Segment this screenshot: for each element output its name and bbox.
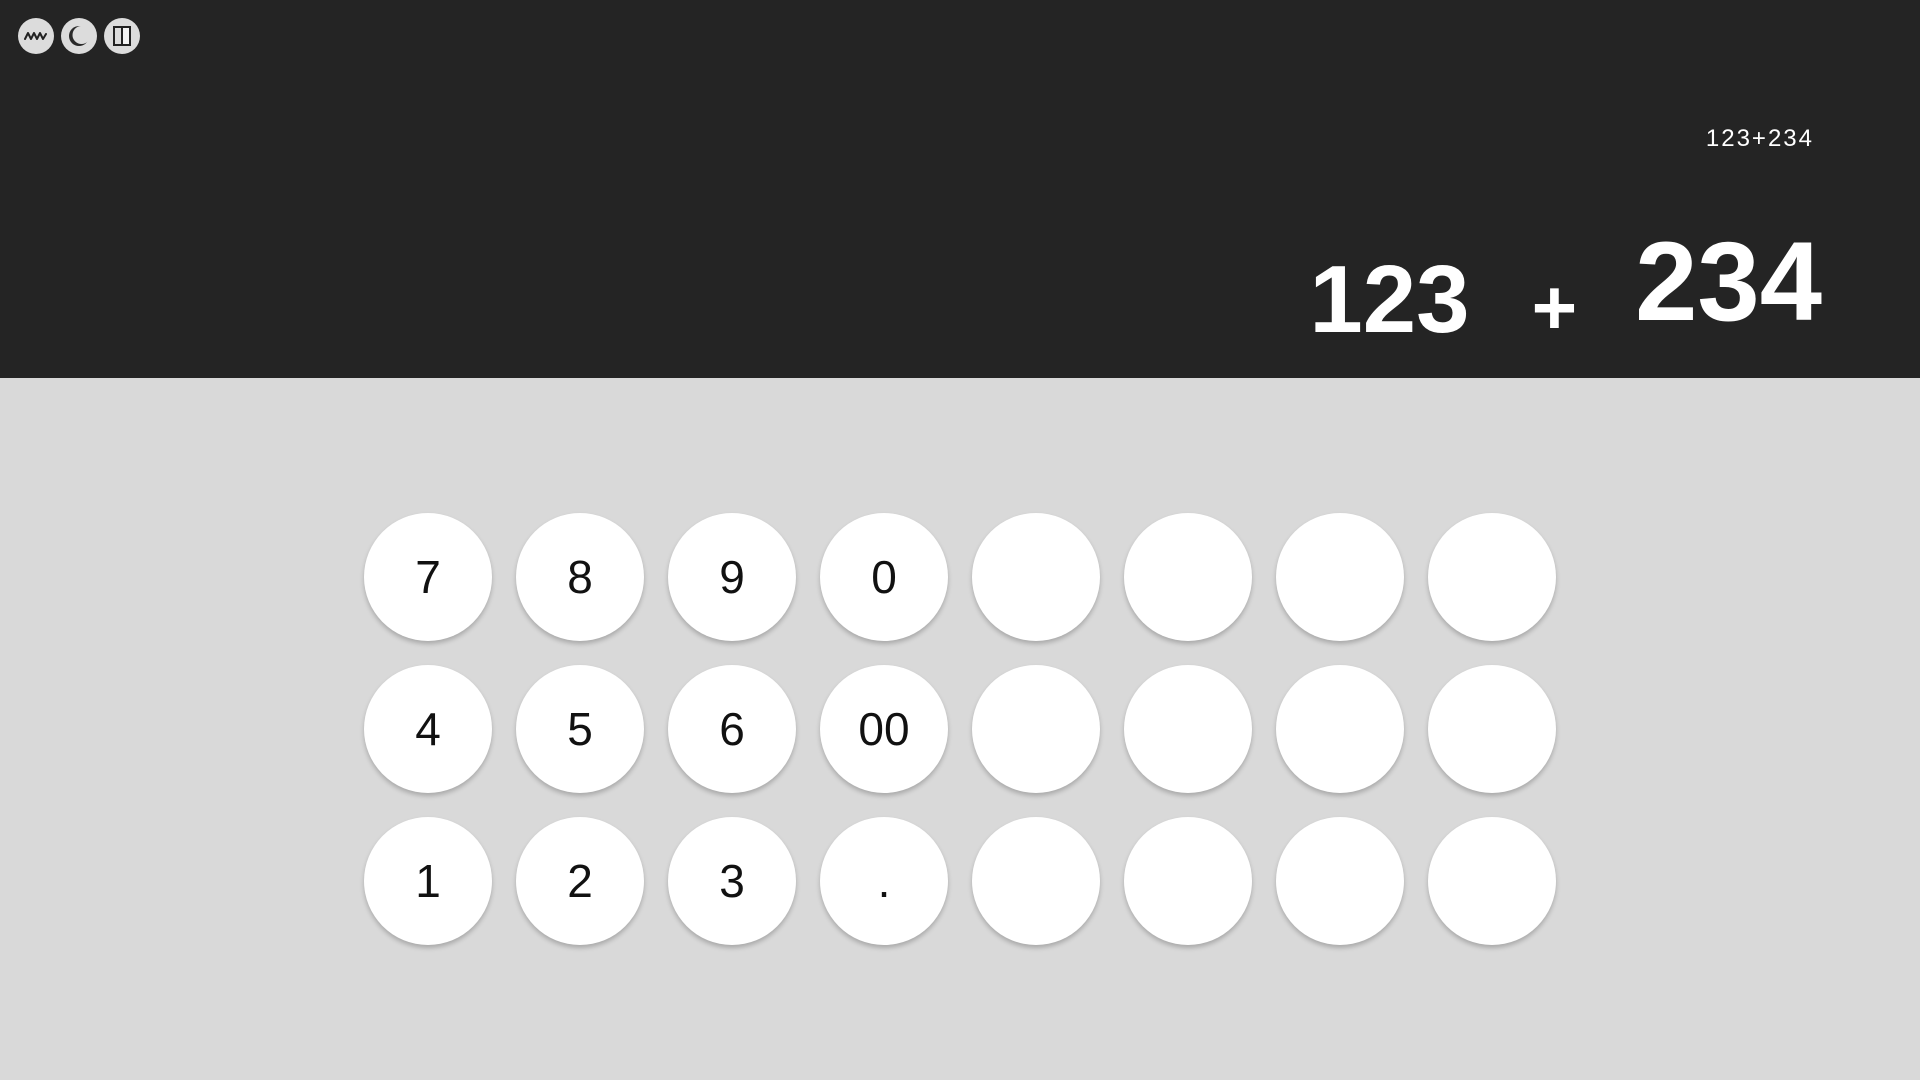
result-display: 123 + 234 [1309,226,1822,353]
key-1[interactable]: 1 [364,817,492,945]
key-8[interactable]: 8 [516,513,644,641]
operand-1: 123 [1309,246,1470,353]
theme-toggle-icon[interactable] [61,18,97,54]
display-panel: 123+234 123 + 234 [0,0,1920,378]
key-9[interactable]: 9 [668,513,796,641]
wave-icon[interactable] [18,18,54,54]
blank-key[interactable] [1428,665,1556,793]
top-icon-bar [18,18,140,54]
key-6[interactable]: 6 [668,665,796,793]
key-2[interactable]: 2 [516,817,644,945]
blank-key[interactable] [1428,513,1556,641]
key-5[interactable]: 5 [516,665,644,793]
split-panel-icon[interactable] [104,18,140,54]
blank-key[interactable] [972,665,1100,793]
operand-2: 234 [1635,219,1822,344]
key-4[interactable]: 4 [364,665,492,793]
key-decimal[interactable]: . [820,817,948,945]
blank-key[interactable] [1124,513,1252,641]
key-00[interactable]: 00 [820,665,948,793]
blank-key[interactable] [972,513,1100,641]
blank-key[interactable] [972,817,1100,945]
expression-text: 123+234 [1705,125,1814,152]
key-7[interactable]: 7 [364,513,492,641]
key-3[interactable]: 3 [668,817,796,945]
blank-key[interactable] [1276,817,1404,945]
blank-key[interactable] [1428,817,1556,945]
keypad: 7 8 9 0 4 5 6 00 1 2 3 . [364,513,1556,945]
blank-key[interactable] [1124,665,1252,793]
blank-key[interactable] [1276,513,1404,641]
blank-key[interactable] [1276,665,1404,793]
blank-key[interactable] [1124,817,1252,945]
operator: + [1531,263,1578,351]
key-0[interactable]: 0 [820,513,948,641]
